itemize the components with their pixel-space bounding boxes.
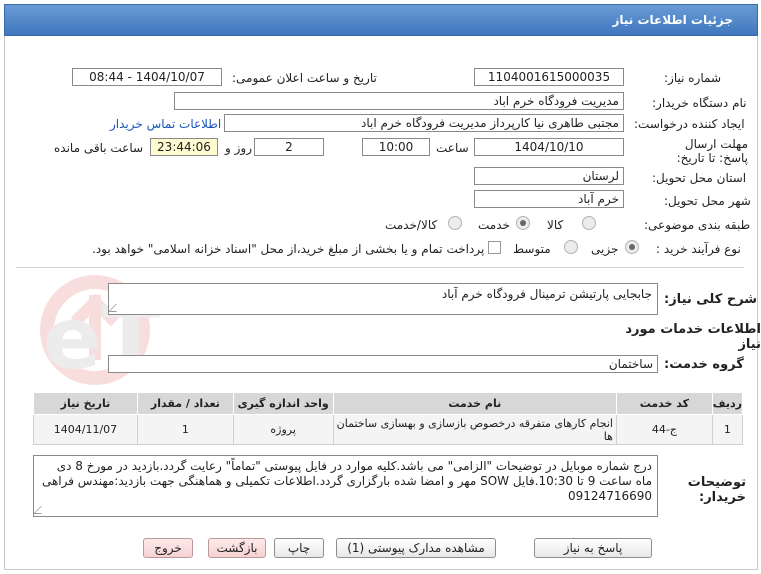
province-field: لرستان (474, 167, 624, 185)
process-option-minor: جزیی (591, 242, 619, 256)
reply-button[interactable]: پاسخ به نیاز (534, 538, 652, 558)
col-quantity: تعداد / مقدار (136, 392, 234, 415)
category-option-goods: کالا (547, 218, 564, 232)
process-option-medium: متوسط (513, 242, 551, 256)
deadline-label: مهلت ارسال پاسخ: تا تاریخ: (676, 137, 748, 165)
table-row: 1 ج-44 انجام کارهای متفرقه درخصوص بازساز… (33, 414, 744, 445)
deadline-date-field: 1404/10/10 (474, 138, 624, 156)
buyer-notes-text: درج شماره موبایل در توضیحات "الزامی" می … (41, 459, 652, 503)
exit-button[interactable]: خروج (143, 538, 193, 558)
print-button[interactable]: چاپ (274, 538, 324, 558)
buyer-notes-label: توضیحات خریدار: (687, 475, 746, 505)
process-radio-medium[interactable] (564, 240, 578, 254)
view-attachments-button[interactable]: مشاهده مدارک پیوستی (1) (336, 538, 496, 558)
remaining-time-field: 23:44:06 (150, 138, 218, 156)
summary-textarea[interactable]: جابجایی پارتیشن ترمینال فرودگاه خرم آباد (108, 283, 658, 315)
col-unit: واحد اندازه گیری (232, 392, 334, 415)
city-label: شهر محل تحویل: (664, 194, 751, 208)
days-label: روز و (225, 141, 252, 155)
col-service-code: کد خدمت (615, 392, 713, 415)
services-table: ردیف کد خدمت نام خدمت واحد اندازه گیری ت… (33, 392, 744, 445)
category-label: طبقه بندی موضوعی: (644, 218, 751, 232)
process-radio-minor[interactable] (625, 240, 639, 254)
province-label: استان محل تحویل: (652, 171, 747, 185)
col-need-date: تاریخ نیاز (33, 392, 138, 415)
city-field: خرم آباد (474, 190, 624, 208)
buyer-org-label: نام دستگاه خریدار: (652, 96, 747, 110)
resize-handle[interactable] (109, 304, 124, 312)
cell-service-code: ج-44 (615, 414, 713, 445)
cell-quantity: 1 (136, 414, 234, 445)
cell-unit: پروژه (232, 414, 334, 445)
deadline-time-field: 10:00 (362, 138, 430, 156)
col-row: ردیف (711, 392, 744, 415)
back-button[interactable]: بازگشت (208, 538, 266, 558)
category-option-service: خدمت (478, 218, 510, 232)
buyer-notes-textarea[interactable]: درج شماره موبایل در توضیحات "الزامی" می … (33, 455, 658, 517)
payment-note: پرداخت تمام و یا بخشی از مبلغ خرید،از مح… (92, 242, 485, 256)
creator-label: ایجاد کننده درخواست: (634, 117, 745, 131)
treasury-payment-checkbox[interactable] (488, 241, 501, 254)
resize-handle[interactable] (34, 506, 49, 514)
service-group-field: ساختمان (108, 355, 658, 373)
cell-service-name: انجام کارهای متفرقه درخصوص بازسازی و بهس… (332, 414, 617, 445)
creator-field: مجتبی طاهری نیا کارپرداز مدیریت فرودگاه … (224, 114, 624, 132)
announce-datetime-field: 1404/10/07 - 08:44 (72, 68, 222, 86)
category-option-goods-service: کالا/خدمت (385, 218, 438, 232)
col-service-name: نام خدمت (332, 392, 617, 415)
category-radio-goods-service[interactable] (448, 216, 462, 230)
summary-label: شرح کلی نیاز: (664, 292, 758, 307)
time-label: ساعت (436, 141, 469, 155)
service-group-label: گروه خدمت: (664, 357, 744, 372)
summary-text: جابجایی پارتیشن ترمینال فرودگاه خرم آباد (441, 287, 652, 301)
process-label: نوع فرآیند خرید : (656, 242, 741, 256)
buyer-org-field: مدیریت فرودگاه خرم اباد (174, 92, 624, 110)
category-radio-service[interactable] (516, 216, 530, 230)
services-table-header: ردیف کد خدمت نام خدمت واحد اندازه گیری ت… (33, 392, 744, 415)
days-remaining-field: 2 (254, 138, 324, 156)
cell-row: 1 (711, 414, 744, 445)
window-title: جزئیات اطلاعات نیاز (612, 13, 733, 27)
remaining-time-label: ساعت باقی مانده (54, 141, 144, 155)
need-number-field: 1104001615000035 (474, 68, 624, 86)
title-bar: جزئیات اطلاعات نیاز (4, 4, 758, 36)
category-radio-goods[interactable] (582, 216, 596, 230)
buyer-contact-link[interactable]: اطلاعات تماس خریدار (110, 117, 221, 131)
services-section-title: اطلاعات خدمات مورد نیاز (625, 322, 761, 352)
separator (16, 267, 744, 268)
cell-need-date: 1404/11/07 (33, 414, 138, 445)
announce-label: تاریخ و ساعت اعلان عمومی: (232, 71, 377, 85)
need-number-label: شماره نیاز: (664, 71, 721, 85)
